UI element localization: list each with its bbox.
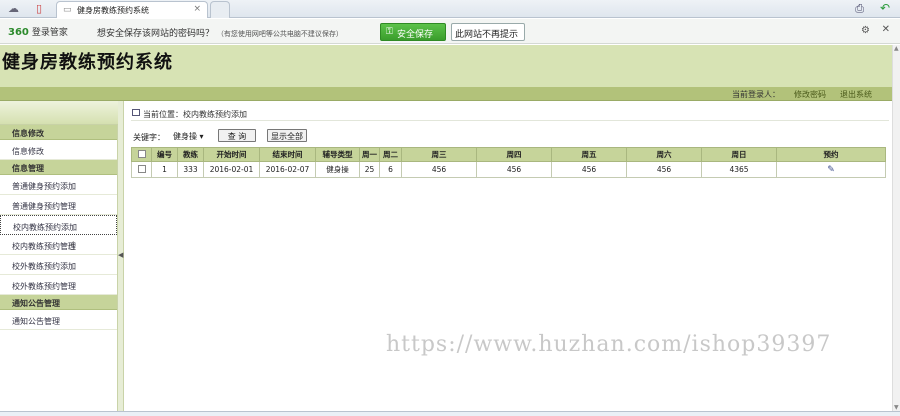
logo-number: 360 bbox=[8, 27, 29, 38]
new-tab-button[interactable] bbox=[210, 1, 230, 18]
header-cell: 周四 bbox=[476, 147, 552, 162]
cell-coach: 333 bbox=[177, 161, 204, 178]
header-cell: 教练 bbox=[177, 147, 204, 162]
cell-mon: 25 bbox=[359, 161, 380, 178]
logout-link[interactable]: 退出系统 bbox=[840, 89, 872, 100]
secure-save-button[interactable]: ⚿ 安全保存 bbox=[380, 23, 446, 41]
gear-icon[interactable]: ⚙ bbox=[861, 25, 870, 36]
page-icon: ▭ bbox=[63, 5, 72, 15]
sidebar-top bbox=[0, 101, 118, 125]
select-all-checkbox[interactable] bbox=[137, 149, 146, 158]
sidebar: 信息修改 信息修改 信息管理 普通健身预约添加 普通健身预约管理 校内教练预约添… bbox=[0, 101, 118, 411]
table-row: 1 333 2016-02-01 2016-02-07 健身操 25 6 456… bbox=[131, 161, 886, 178]
back-arrow-icon[interactable]: ↶ bbox=[880, 1, 890, 15]
cell-end: 2016-02-07 bbox=[259, 161, 316, 178]
sidebar-group-notice[interactable]: 通知公告管理 bbox=[0, 295, 117, 310]
current-user-label: 当前登录人： bbox=[732, 90, 780, 99]
close-icon[interactable]: × bbox=[193, 4, 201, 14]
header-cell: 辅导类型 bbox=[315, 147, 360, 162]
user-bar: 当前登录人： 修改密码 退出系统 bbox=[0, 87, 892, 101]
cell-wed: 456 bbox=[401, 161, 477, 178]
scroll-down-icon[interactable]: ▼ bbox=[894, 404, 899, 411]
browser-tab-bar: ☁ ▯ ▭ 健身房教练预约系统 × ⎙ ↶ bbox=[0, 0, 900, 18]
header-cell: 周五 bbox=[551, 147, 627, 162]
row-checkbox[interactable] bbox=[137, 164, 146, 173]
cell-tue: 6 bbox=[379, 161, 402, 178]
key-icon: ⚿ bbox=[386, 27, 393, 37]
sidebar-item-normal-manage[interactable]: 普通健身预约管理 bbox=[0, 195, 117, 215]
cell-start: 2016-02-01 bbox=[203, 161, 260, 178]
logo-text: 登录管家 bbox=[31, 28, 68, 38]
sidebar-collapse-handle[interactable]: ◀ bbox=[118, 101, 124, 411]
watermark: https://www.huzhan.com/ishop39397 bbox=[386, 332, 832, 357]
main-content: 当前位置：校内教练预约添加 关键字： 健身操 ▾ 查 询 显示全部 编号 教练 … bbox=[125, 101, 892, 411]
app-header: 健身房教练预约系统 bbox=[0, 45, 892, 87]
pencil-icon[interactable]: ✎ bbox=[827, 165, 835, 175]
keyword-select-value: 健身操 bbox=[173, 132, 197, 141]
sidebar-item-internal-manage[interactable]: 校内教练预约管理 bbox=[0, 235, 117, 255]
close-icon[interactable]: ✕ bbox=[882, 24, 890, 35]
password-save-bar: 360 登录管家 想安全保存该网站的密码吗？ （有您使用网吧等公共电脑不建议保存）… bbox=[0, 19, 900, 44]
hand-cursor-icon: ☝ bbox=[68, 239, 76, 253]
header-cell: 结束时间 bbox=[259, 147, 316, 162]
sidebar-item-info-edit[interactable]: 信息修改 bbox=[0, 140, 117, 160]
sidebar-item-external-add[interactable]: 校外教练预约添加 bbox=[0, 255, 117, 275]
keyword-label: 关键字： bbox=[133, 133, 165, 142]
status-bar bbox=[0, 411, 900, 416]
sidebar-item-notice-manage[interactable]: 通知公告管理 bbox=[0, 310, 117, 330]
cell-sun: 4365 bbox=[701, 161, 777, 178]
scroll-up-icon[interactable]: ▲ bbox=[894, 45, 899, 52]
booking-table: 编号 教练 开始时间 结束时间 辅导类型 周一 周二 周三 周四 周五 周六 周… bbox=[131, 147, 886, 178]
header-cell: 开始时间 bbox=[203, 147, 260, 162]
header-cell: 编号 bbox=[151, 147, 178, 162]
change-password-link[interactable]: 修改密码 bbox=[794, 89, 826, 100]
no-prompt-button[interactable]: 此网站不再提示 bbox=[451, 23, 525, 41]
save-question: 想安全保存该网站的密码吗？ （有您使用网吧等公共电脑不建议保存） bbox=[97, 26, 343, 39]
location-icon bbox=[132, 109, 140, 116]
collapse-arrow-icon[interactable]: ◀ bbox=[118, 251, 123, 259]
vertical-scrollbar[interactable]: ▲ ▼ bbox=[892, 45, 900, 411]
header-cell: 周日 bbox=[701, 147, 777, 162]
sidebar-item-internal-add[interactable]: 校内教练预约添加 bbox=[0, 215, 117, 235]
breadcrumb-text: 当前位置：校内教练预约添加 bbox=[143, 110, 247, 119]
browser-tab-title: 健身房教练预约系统 bbox=[77, 6, 149, 15]
header-cell: 周六 bbox=[626, 147, 702, 162]
sidebar-item-external-manage[interactable]: 校外教练预约管理 bbox=[0, 275, 117, 295]
cell-type: 健身操 bbox=[315, 161, 360, 178]
header-cell: 周三 bbox=[401, 147, 477, 162]
header-cell: 预约 bbox=[776, 147, 886, 162]
page-title: 健身房教练预约系统 bbox=[2, 52, 173, 73]
cloud-icon[interactable]: ☁ bbox=[8, 2, 22, 16]
secure-save-label: 安全保存 bbox=[397, 30, 434, 40]
sidebar-group-info-manage[interactable]: 信息管理 bbox=[0, 160, 117, 175]
query-button[interactable]: 查 询 bbox=[218, 129, 256, 142]
keyword-select[interactable]: 健身操 ▾ bbox=[173, 129, 213, 142]
cell-id: 1 bbox=[151, 161, 178, 178]
document-icon[interactable]: ▯ bbox=[36, 2, 50, 16]
chevron-down-icon: ▾ bbox=[199, 132, 204, 141]
save-question-text: 想安全保存该网站的密码吗？ bbox=[97, 29, 215, 39]
breadcrumb: 当前位置：校内教练预约添加 bbox=[131, 107, 889, 121]
sidebar-item-normal-add[interactable]: 普通健身预约添加 bbox=[0, 175, 117, 195]
header-cell: 周二 bbox=[379, 147, 402, 162]
360-logo: 360 登录管家 bbox=[8, 25, 68, 38]
cell-fri: 456 bbox=[551, 161, 627, 178]
table-header-row: 编号 教练 开始时间 结束时间 辅导类型 周一 周二 周三 周四 周五 周六 周… bbox=[131, 147, 886, 162]
save-note: （有您使用网吧等公共电脑不建议保存） bbox=[216, 30, 343, 38]
cell-book: ✎ bbox=[776, 161, 886, 178]
browser-tab[interactable]: ▭ 健身房教练预约系统 × bbox=[56, 1, 208, 18]
header-select bbox=[131, 147, 152, 162]
header-cell: 周一 bbox=[359, 147, 380, 162]
show-all-button[interactable]: 显示全部 bbox=[267, 129, 307, 142]
cell-thu: 456 bbox=[476, 161, 552, 178]
sidebar-group-info-edit[interactable]: 信息修改 bbox=[0, 125, 117, 140]
print-icon[interactable]: ⎙ bbox=[855, 2, 864, 16]
cell-sat: 456 bbox=[626, 161, 702, 178]
row-select bbox=[131, 161, 152, 178]
